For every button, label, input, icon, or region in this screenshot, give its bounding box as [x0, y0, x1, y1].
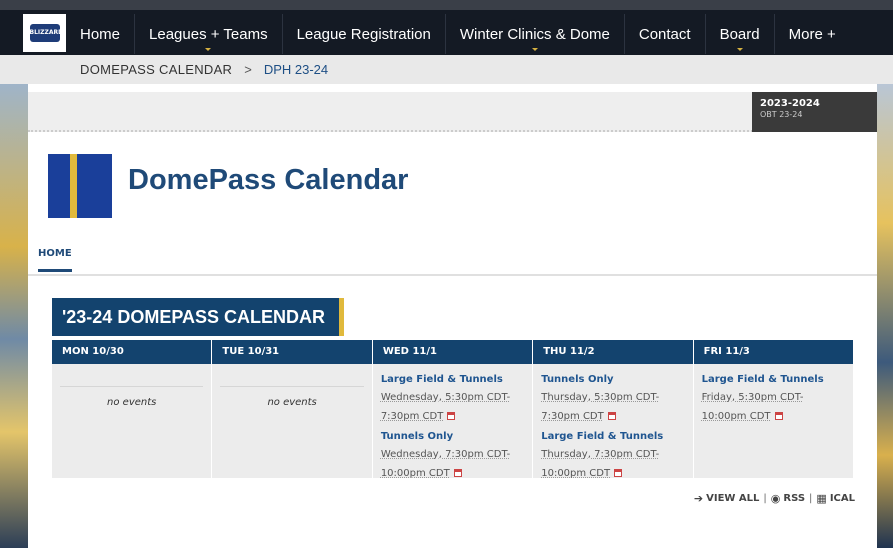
- background-image-left: [0, 84, 28, 548]
- nav-item-label: Home: [80, 25, 121, 43]
- event-item: Large Field & Tunnels Thursday, 7:30pm C…: [541, 431, 684, 480]
- nav-item-contact[interactable]: Contact: [625, 14, 706, 54]
- nav-item-board[interactable]: Board: [706, 14, 775, 54]
- week-calendar: MON 10/30 TUE 10/31 WED 11/1 THU 11/2 FR…: [52, 340, 854, 480]
- day-cell-thu: Tunnels Only Thursday, 5:30pm CDT-7:30pm…: [533, 364, 694, 480]
- view-all-link[interactable]: VIEW ALL: [706, 493, 759, 504]
- calendar-icon: ▦: [816, 492, 827, 505]
- arrow-right-icon: ➔: [693, 492, 704, 505]
- nav-item-league-registration[interactable]: League Registration: [283, 14, 446, 54]
- day-header-mon: MON 10/30: [52, 340, 213, 364]
- day-header-wed: WED 11/1: [372, 340, 534, 364]
- day-cell-fri: Large Field & Tunnels Friday, 5:30pm CDT…: [693, 364, 854, 478]
- rss-icon: ◉: [770, 492, 781, 505]
- day-header-fri: FRI 11/3: [693, 340, 854, 364]
- event-title-link[interactable]: Large Field & Tunnels: [702, 374, 845, 385]
- breadcrumb-domepass-calendar[interactable]: DOMEPASS CALENDAR: [80, 62, 232, 77]
- nav-item-label: More +: [788, 25, 836, 43]
- top-navigation: BLIZZARD Home Leagues + Teams League Reg…: [0, 0, 893, 55]
- event-time[interactable]: Thursday, 7:30pm CDT-10:00pm CDT: [541, 449, 659, 479]
- breadcrumb-dph-23-24[interactable]: DPH 23-24: [264, 62, 328, 77]
- event-title-link[interactable]: Large Field & Tunnels: [381, 374, 524, 385]
- event-title-link[interactable]: Tunnels Only: [381, 431, 524, 442]
- event-title-link[interactable]: Tunnels Only: [541, 374, 684, 385]
- background-image-right: [877, 84, 893, 548]
- ical-link[interactable]: ICAL: [830, 493, 855, 504]
- top-strip: [0, 0, 893, 10]
- season-bar: 2023-2024 OBT 23-24: [28, 92, 877, 132]
- site-logo[interactable]: BLIZZARD: [23, 14, 66, 52]
- page-tabs: HOME: [28, 242, 877, 276]
- page-title: DomePass Calendar: [128, 164, 409, 196]
- link-separator: |: [763, 493, 767, 504]
- no-events-text: no events: [60, 386, 204, 408]
- day-header-tue: TUE 10/31: [212, 340, 373, 364]
- add-to-calendar-icon[interactable]: [447, 412, 456, 420]
- logo-stripe: [70, 154, 77, 218]
- nav-item-more[interactable]: More +: [775, 14, 850, 54]
- nav-menu: Home Leagues + Teams League Registration…: [66, 14, 850, 54]
- main-panel: 2023-2024 OBT 23-24 DomePass Calendar HO…: [28, 84, 877, 548]
- link-separator: |: [809, 493, 813, 504]
- event-time[interactable]: Friday, 5:30pm CDT-10:00pm CDT: [702, 392, 804, 422]
- event-time[interactable]: Wednesday, 7:30pm CDT-10:00pm CDT: [381, 449, 510, 479]
- day-cell-mon: no events: [52, 364, 213, 478]
- event-item: Tunnels Only Wednesday, 7:30pm CDT-10:00…: [381, 431, 524, 480]
- breadcrumb-separator: >: [244, 62, 252, 77]
- nav-item-home[interactable]: Home: [66, 14, 136, 54]
- add-to-calendar-icon[interactable]: [453, 469, 462, 477]
- calendar-header-row: MON 10/30 TUE 10/31 WED 11/1 THU 11/2 FR…: [52, 340, 854, 364]
- event-item: Tunnels Only Thursday, 5:30pm CDT-7:30pm…: [541, 374, 684, 423]
- season-selector[interactable]: 2023-2024 OBT 23-24: [752, 92, 877, 132]
- nav-item-label: Contact: [638, 25, 691, 43]
- add-to-calendar-icon[interactable]: [614, 469, 623, 477]
- day-header-thu: THU 11/2: [533, 340, 694, 364]
- caret-down-icon: [531, 48, 538, 51]
- caret-down-icon: [736, 48, 743, 51]
- nav-item-winter-clinics-dome[interactable]: Winter Clinics & Dome: [446, 14, 625, 54]
- nav-item-label: League Registration: [296, 25, 431, 43]
- calendar-logo-icon: [48, 154, 112, 218]
- event-item: Large Field & Tunnels Wednesday, 5:30pm …: [381, 374, 524, 423]
- event-item: Large Field & Tunnels Friday, 5:30pm CDT…: [702, 374, 845, 423]
- add-to-calendar-icon[interactable]: [607, 412, 616, 420]
- breadcrumb: DOMEPASS CALENDAR > DPH 23-24: [0, 55, 893, 84]
- logo-badge: BLIZZARD: [29, 24, 63, 42]
- day-cell-wed: Large Field & Tunnels Wednesday, 5:30pm …: [372, 364, 534, 480]
- calendar-heading: '23-24 DOMEPASS CALENDAR: [52, 298, 344, 336]
- season-subtitle: OBT 23-24: [760, 110, 803, 119]
- event-title-link[interactable]: Large Field & Tunnels: [541, 431, 684, 442]
- day-cell-tue: no events: [212, 364, 373, 478]
- nav-item-label: Leagues + Teams: [149, 25, 268, 43]
- nav-item-label: Winter Clinics & Dome: [459, 25, 610, 43]
- calendar-footer-links: ➔ VIEW ALL | ◉ RSS | ▦ ICAL: [694, 492, 855, 505]
- nav-item-leagues-teams[interactable]: Leagues + Teams: [135, 14, 283, 54]
- tab-home[interactable]: HOME: [38, 248, 72, 272]
- no-events-text: no events: [220, 386, 364, 408]
- event-time[interactable]: Thursday, 5:30pm CDT-7:30pm CDT: [541, 392, 659, 422]
- event-time[interactable]: Wednesday, 5:30pm CDT-7:30pm CDT: [381, 392, 510, 422]
- add-to-calendar-icon[interactable]: [774, 412, 783, 420]
- season-year: 2023-2024: [760, 98, 820, 109]
- nav-item-label: Board: [719, 25, 760, 43]
- caret-down-icon: [205, 48, 212, 51]
- rss-link[interactable]: RSS: [783, 493, 805, 504]
- calendar-body-row: no events no events Large Field & Tunnel…: [52, 364, 854, 480]
